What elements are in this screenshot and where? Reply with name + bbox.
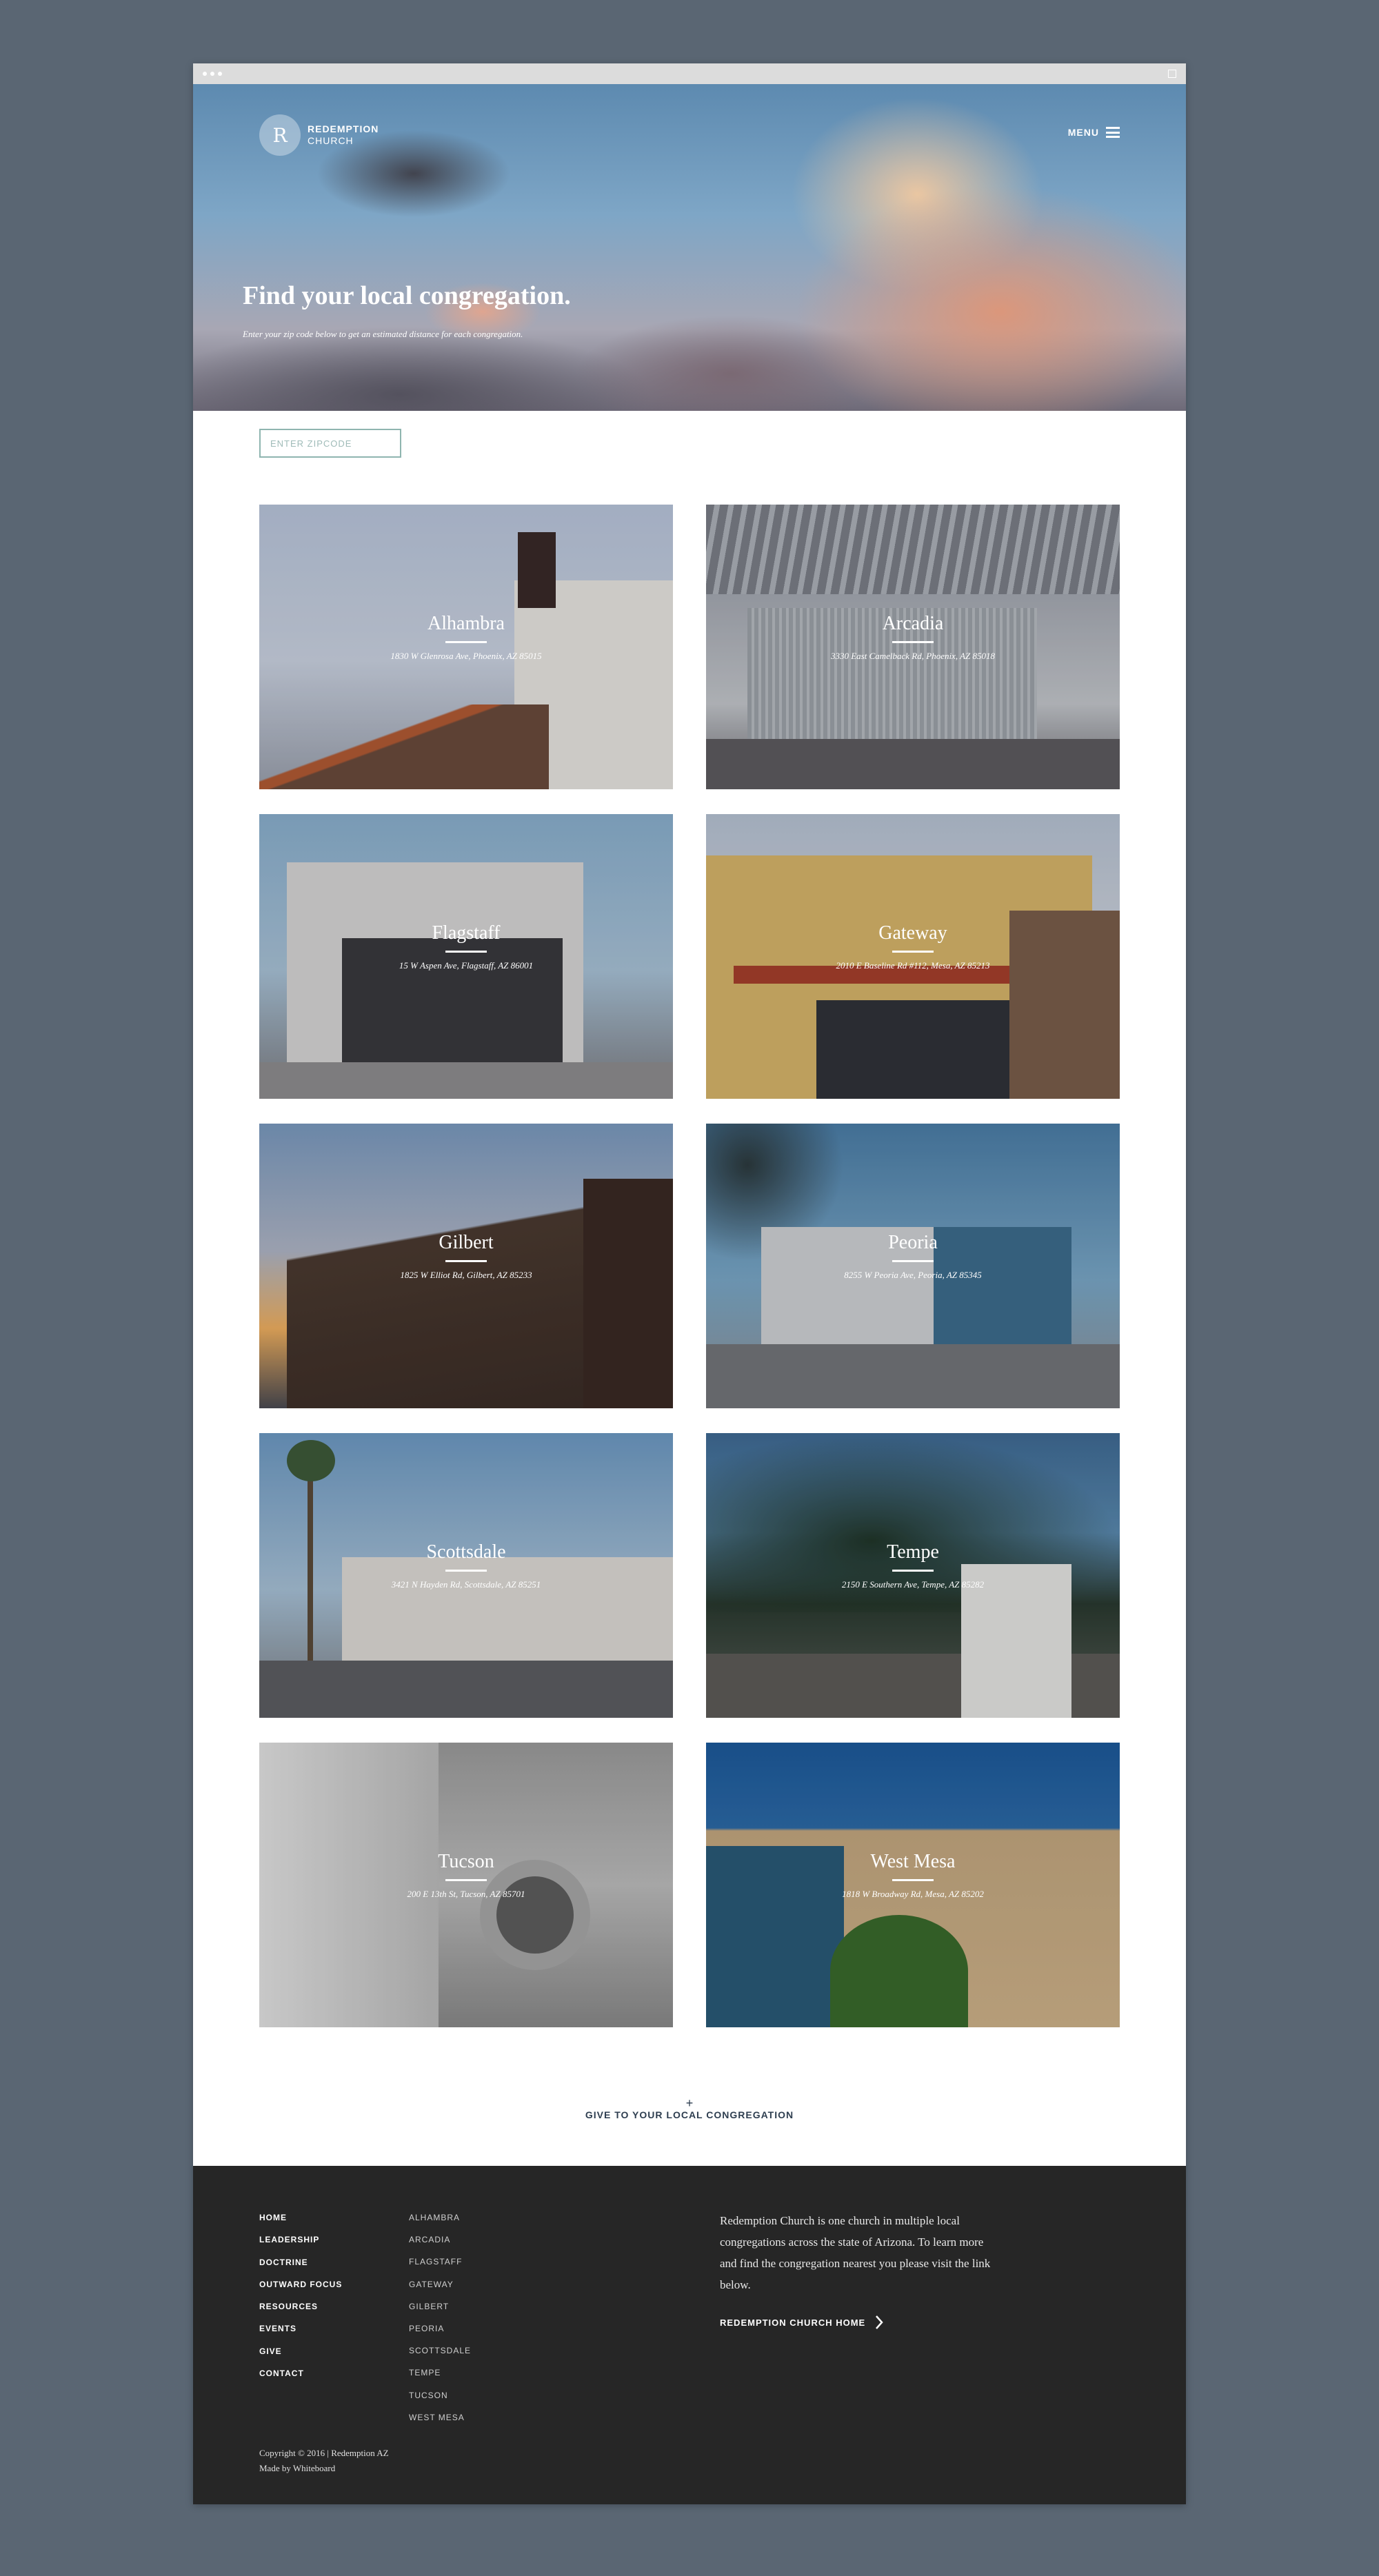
site-footer: HOME LEADERSHIP DOCTRINE OUTWARD FOCUS R…: [193, 2166, 1186, 2504]
window-titlebar: [193, 63, 1186, 84]
zipcode-input[interactable]: [259, 429, 401, 458]
footer-location-tucson[interactable]: TUCSON: [409, 2391, 471, 2413]
location-name: Flagstaff: [432, 922, 501, 944]
footer-location-flagstaff[interactable]: FLAGSTAFF: [409, 2257, 471, 2279]
location-address: 2010 E Baseline Rd #112, Mesa, AZ 85213: [836, 960, 990, 971]
title-underline: [892, 1260, 934, 1262]
hero-banner: R REDEMPTION CHURCH MENU Find your local…: [193, 84, 1186, 411]
location-address: 1818 W Broadway Rd, Mesa, AZ 85202: [842, 1889, 984, 1899]
location-name: Peoria: [888, 1232, 938, 1253]
title-underline: [445, 951, 487, 953]
brand-name-line1: REDEMPTION: [308, 123, 379, 134]
title-underline: [445, 1879, 487, 1881]
location-card-scottsdale[interactable]: Scottsdale 3421 N Hayden Rd, Scottsdale,…: [259, 1433, 673, 1718]
location-card-flagstaff[interactable]: Flagstaff 15 W Aspen Ave, Flagstaff, AZ …: [259, 814, 673, 1099]
location-address: 1830 W Glenrosa Ave, Phoenix, AZ 85015: [390, 651, 542, 661]
browser-window: R REDEMPTION CHURCH MENU Find your local…: [193, 63, 1186, 2504]
title-underline: [445, 641, 487, 643]
footer-nav-outward-focus[interactable]: OUTWARD FOCUS: [259, 2280, 342, 2302]
menu-label: MENU: [1067, 127, 1099, 138]
location-name: Gateway: [878, 922, 947, 944]
footer-location-west-mesa[interactable]: WEST MESA: [409, 2413, 471, 2435]
location-name: Tempe: [887, 1541, 939, 1563]
give-link[interactable]: + GIVE TO YOUR LOCAL CONGREGATION: [193, 2097, 1186, 2122]
brand-logo[interactable]: R REDEMPTION CHURCH: [259, 114, 379, 156]
footer-nav-resources[interactable]: RESOURCES: [259, 2302, 342, 2324]
brand-name-line2: CHURCH: [308, 135, 354, 146]
footer-nav-contact[interactable]: CONTACT: [259, 2369, 342, 2391]
footer-location-gateway[interactable]: GATEWAY: [409, 2280, 471, 2302]
footer-location-alhambra[interactable]: ALHAMBRA: [409, 2213, 471, 2235]
footer-locations: ALHAMBRA ARCADIA FLAGSTAFF GATEWAY GILBE…: [409, 2213, 471, 2435]
title-underline: [445, 1260, 487, 1262]
location-name: West Mesa: [870, 1851, 956, 1872]
give-label: GIVE TO YOUR LOCAL CONGREGATION: [585, 2109, 794, 2120]
footer-location-tempe[interactable]: TEMPE: [409, 2368, 471, 2390]
location-name: Scottsdale: [426, 1541, 506, 1563]
footer-location-arcadia[interactable]: ARCADIA: [409, 2235, 471, 2257]
location-address: 200 E 13th St, Tucson, AZ 85701: [407, 1889, 525, 1899]
footer-location-gilbert[interactable]: GILBERT: [409, 2302, 471, 2324]
footer-location-scottsdale[interactable]: SCOTTSDALE: [409, 2346, 471, 2368]
location-card-gilbert[interactable]: Gilbert 1825 W Elliot Rd, Gilbert, AZ 85…: [259, 1124, 673, 1408]
footer-nav-doctrine[interactable]: DOCTRINE: [259, 2258, 342, 2280]
footer-copyright-block: Copyright © 2016 | Redemption AZ Made by…: [259, 2446, 389, 2476]
brand-name: REDEMPTION CHURCH: [308, 123, 379, 147]
footer-nav: HOME LEADERSHIP DOCTRINE OUTWARD FOCUS R…: [259, 2213, 342, 2391]
location-card-arcadia[interactable]: Arcadia 3330 East Camelback Rd, Phoenix,…: [706, 505, 1120, 789]
church-home-label: REDEMPTION CHURCH HOME: [720, 2317, 866, 2328]
location-card-tucson[interactable]: Tucson 200 E 13th St, Tucson, AZ 85701: [259, 1743, 673, 2027]
location-address: 3330 East Camelback Rd, Phoenix, AZ 8501…: [830, 651, 996, 661]
location-name: Gilbert: [439, 1232, 494, 1253]
title-underline: [892, 951, 934, 953]
plus-icon: +: [685, 2096, 694, 2110]
credit-text: Made by Whiteboard: [259, 2463, 336, 2473]
location-card-west-mesa[interactable]: West Mesa 1818 W Broadway Rd, Mesa, AZ 8…: [706, 1743, 1120, 2027]
copyright-text: Copyright © 2016 | Redemption AZ: [259, 2448, 389, 2458]
church-home-link[interactable]: REDEMPTION CHURCH HOME: [720, 2315, 883, 2330]
footer-nav-leadership[interactable]: LEADERSHIP: [259, 2235, 342, 2257]
location-card-peoria[interactable]: Peoria 8255 W Peoria Ave, Peoria, AZ 853…: [706, 1124, 1120, 1408]
title-underline: [892, 1570, 934, 1572]
footer-nav-give[interactable]: GIVE: [259, 2346, 342, 2369]
title-underline: [892, 641, 934, 643]
location-address: 3421 N Hayden Rd, Scottsdale, AZ 85251: [391, 1579, 541, 1590]
title-underline: [445, 1570, 487, 1572]
logo-mark-icon: R: [259, 114, 301, 156]
window-expand-icon[interactable]: [1168, 70, 1176, 78]
footer-location-peoria[interactable]: PEORIA: [409, 2324, 471, 2346]
window-controls[interactable]: [203, 72, 222, 76]
footer-nav-events[interactable]: EVENTS: [259, 2324, 342, 2346]
location-name: Arcadia: [882, 613, 944, 634]
title-underline: [892, 1879, 934, 1881]
footer-about-text: Redemption Church is one church in multi…: [720, 2214, 991, 2291]
footer-nav-home[interactable]: HOME: [259, 2213, 342, 2235]
location-card-gateway[interactable]: Gateway 2010 E Baseline Rd #112, Mesa, A…: [706, 814, 1120, 1099]
location-address: 1825 W Elliot Rd, Gilbert, AZ 85233: [400, 1270, 532, 1280]
location-address: 15 W Aspen Ave, Flagstaff, AZ 86001: [399, 960, 534, 971]
location-name: Alhambra: [427, 613, 505, 634]
location-address: 8255 W Peoria Ave, Peoria, AZ 85345: [844, 1270, 982, 1280]
menu-button[interactable]: MENU: [1068, 127, 1120, 138]
hamburger-icon: [1106, 127, 1120, 138]
chevron-right-icon: [876, 2315, 883, 2329]
location-card-alhambra[interactable]: Alhambra 1830 W Glenrosa Ave, Phoenix, A…: [259, 505, 673, 789]
location-card-tempe[interactable]: Tempe 2150 E Southern Ave, Tempe, AZ 852…: [706, 1433, 1120, 1718]
page-title: Find your local congregation.: [243, 281, 571, 310]
location-name: Tucson: [438, 1851, 494, 1872]
page-subtitle: Enter your zip code below to get an esti…: [243, 329, 523, 339]
location-address: 2150 E Southern Ave, Tempe, AZ 85282: [841, 1579, 985, 1590]
